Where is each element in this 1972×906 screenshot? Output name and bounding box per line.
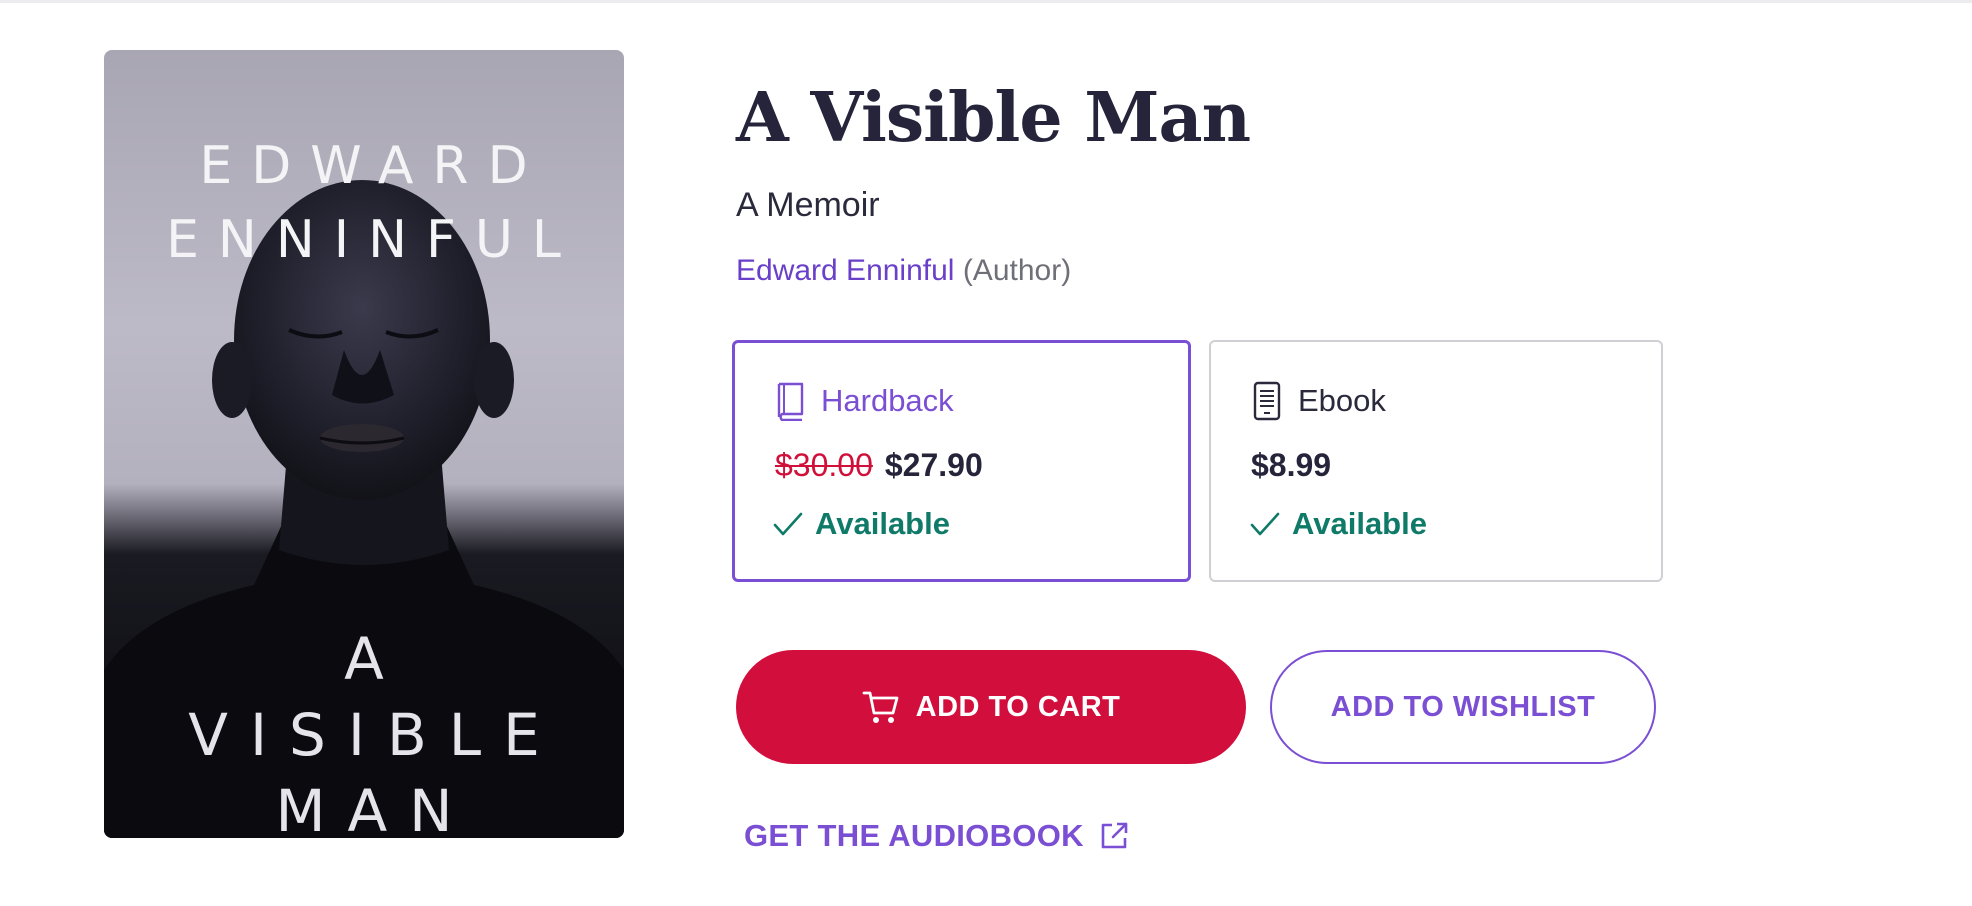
cover-title-line-1: A bbox=[344, 625, 406, 693]
format-label: Ebook bbox=[1298, 383, 1386, 418]
availability-status: Available bbox=[773, 506, 950, 542]
format-header: Ebook bbox=[1250, 381, 1386, 421]
checkmark-icon bbox=[773, 512, 803, 536]
cover-title-line-3: MAN bbox=[275, 777, 475, 838]
cover-author-line-2: ENNINFUL bbox=[166, 210, 580, 270]
availability-status: Available bbox=[1250, 506, 1427, 542]
original-price: $30.00 bbox=[775, 447, 873, 483]
format-option-hardback[interactable]: Hardback $30.00 $27.90 Available bbox=[732, 340, 1191, 582]
price-row: $30.00 $27.90 bbox=[775, 447, 983, 484]
cart-icon bbox=[862, 691, 899, 723]
price-row: $8.99 bbox=[1251, 447, 1331, 484]
cover-title-line-2: VISIBLE bbox=[188, 701, 562, 769]
ebook-reader-icon bbox=[1250, 381, 1284, 421]
format-header: Hardback bbox=[773, 381, 954, 422]
price: $8.99 bbox=[1251, 447, 1332, 483]
checkmark-icon bbox=[1250, 512, 1280, 536]
add-to-wishlist-button[interactable]: ADD TO WISHLIST bbox=[1270, 650, 1656, 764]
cover-author-line-1: EDWARD bbox=[199, 136, 547, 196]
sale-price: $27.90 bbox=[884, 447, 983, 483]
author-link[interactable]: Edward Enninful bbox=[736, 254, 954, 287]
format-option-ebook[interactable]: Ebook $8.99 Available bbox=[1209, 340, 1663, 582]
audiobook-label: GET THE AUDIOBOOK bbox=[744, 818, 1084, 853]
author-byline: Edward Enninful (Author) bbox=[736, 254, 1071, 288]
format-label: Hardback bbox=[821, 383, 954, 418]
book-cover-image: EDWARD ENNINFUL A VISIBLE MAN bbox=[104, 50, 624, 838]
availability-label: Available bbox=[1292, 506, 1427, 541]
author-role: (Author) bbox=[962, 254, 1072, 287]
book-title: A Visible Man bbox=[736, 78, 1251, 158]
external-link-icon bbox=[1101, 822, 1128, 849]
availability-label: Available bbox=[815, 506, 950, 541]
get-audiobook-link[interactable]: GET THE AUDIOBOOK bbox=[744, 818, 1130, 854]
book-icon bbox=[773, 381, 807, 422]
top-divider bbox=[0, 0, 1972, 3]
add-to-cart-button[interactable]: ADD TO CART bbox=[736, 650, 1246, 764]
add-to-cart-label: ADD TO CART bbox=[915, 690, 1121, 723]
book-subtitle: A Memoir bbox=[736, 186, 880, 224]
